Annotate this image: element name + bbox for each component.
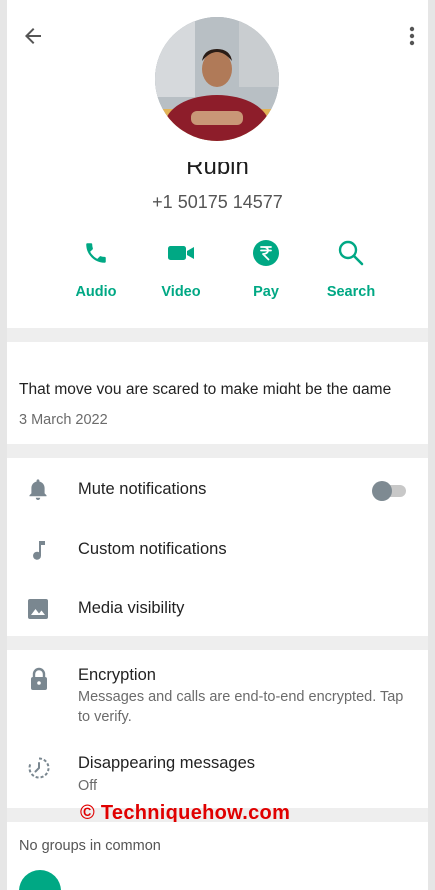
encryption-title: Encryption xyxy=(78,666,156,684)
phone-icon xyxy=(83,240,109,271)
quick-actions: Audio Video Pay Search xyxy=(55,238,392,300)
about-section[interactable]: That move you are scared to make might b… xyxy=(7,342,428,444)
pay-button[interactable]: Pay xyxy=(225,238,307,300)
contact-phone: +1 50175 14577 xyxy=(152,192,283,211)
timer-icon xyxy=(25,754,53,782)
profile-avatar[interactable] xyxy=(155,17,279,141)
disappearing-messages-row[interactable]: Disappearing messages Off xyxy=(7,740,428,800)
encryption-description: Messages and calls are end-to-end encryp… xyxy=(78,689,404,725)
more-options-icon[interactable] xyxy=(408,24,416,48)
search-label: Search xyxy=(326,284,376,300)
mute-notifications-label: Mute notifications xyxy=(78,480,207,498)
custom-notifications-row[interactable]: Custom notifications xyxy=(7,521,428,577)
disappearing-messages-title: Disappearing messages xyxy=(78,754,256,772)
rupee-icon xyxy=(252,239,280,272)
group-avatar[interactable] xyxy=(19,870,61,890)
mute-toggle[interactable] xyxy=(372,481,406,501)
disappearing-messages-value: Off xyxy=(78,778,98,794)
back-arrow-icon[interactable] xyxy=(21,24,45,48)
security-settings: Encryption Messages and calls are end-to… xyxy=(7,650,428,808)
image-icon xyxy=(25,596,51,622)
video-camera-icon xyxy=(166,241,196,270)
search-icon xyxy=(337,239,365,272)
search-button[interactable]: Search xyxy=(310,238,392,300)
groups-in-common: No groups in common xyxy=(7,822,428,890)
mute-notifications-row[interactable]: Mute notifications xyxy=(7,461,428,517)
lock-icon xyxy=(25,665,53,693)
media-visibility-label: Media visibility xyxy=(78,599,185,617)
groups-label: No groups in common xyxy=(19,838,161,854)
bell-icon xyxy=(25,477,51,503)
encryption-row[interactable]: Encryption Messages and calls are end-to… xyxy=(7,650,428,730)
profile-header: Rubin +1 50175 14577 Audio Video Pay Sea… xyxy=(7,0,428,328)
custom-notifications-label: Custom notifications xyxy=(78,540,227,558)
about-date: 3 March 2022 xyxy=(19,412,108,428)
contact-name: Rubin xyxy=(186,162,249,180)
about-status: That move you are scared to make might b… xyxy=(19,381,392,394)
music-note-icon xyxy=(25,537,51,563)
pay-label: Pay xyxy=(253,284,279,300)
video-label: Video xyxy=(161,284,201,300)
media-visibility-row[interactable]: Media visibility xyxy=(7,580,428,636)
notification-settings: Mute notifications Custom notifications … xyxy=(7,458,428,636)
audio-call-button[interactable]: Audio xyxy=(55,238,137,300)
audio-label: Audio xyxy=(75,284,117,300)
video-call-button[interactable]: Video xyxy=(140,238,222,300)
